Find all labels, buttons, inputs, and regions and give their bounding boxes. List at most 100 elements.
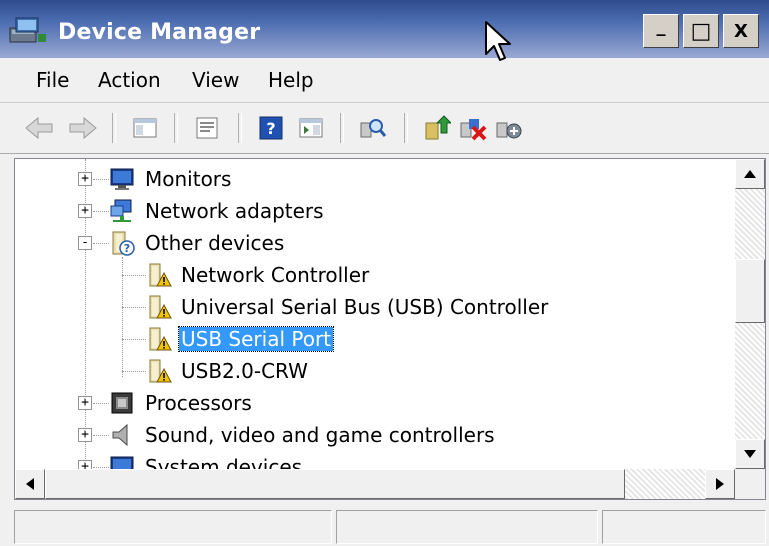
tree-connector-line — [93, 211, 109, 212]
menu-file[interactable]: File — [36, 68, 69, 92]
expand-monitors-toggle[interactable]: + — [78, 172, 92, 186]
tree-node-label: USB Serial Port — [177, 326, 335, 352]
minimize-button[interactable]: _ — [643, 14, 679, 48]
tree-node-usb2-crw[interactable]: USB2.0-CRW — [179, 356, 310, 386]
tree-node-network-adapters[interactable]: Network adapters — [143, 196, 326, 226]
tree-connector-line — [122, 275, 146, 276]
tree-node-usb-serial-port[interactable]: USB Serial Port — [177, 324, 335, 354]
tree-node-label: Universal Serial Bus (USB) Controller — [181, 295, 549, 319]
horizontal-scrollbar[interactable] — [15, 469, 735, 499]
tree-connector-line — [122, 339, 146, 340]
collapse-other-devices-toggle[interactable]: - — [78, 236, 92, 250]
warning-device-icon — [149, 295, 172, 319]
expand-system-devices-toggle[interactable]: + — [78, 460, 92, 469]
tree-node-system-devices[interactable]: System devices — [143, 452, 304, 469]
action-pane-button[interactable] — [294, 111, 328, 145]
scroll-down-button[interactable] — [735, 439, 765, 469]
status-panel — [602, 510, 766, 544]
toolbar-separator — [404, 113, 408, 143]
toolbar-separator — [112, 113, 116, 143]
uninstall-icon — [460, 119, 487, 141]
horizontal-scroll-thumb[interactable] — [45, 469, 625, 499]
tree-connector-line — [93, 435, 109, 436]
tree-node-other-devices[interactable]: Other devices — [143, 228, 286, 258]
tree-connector-line — [93, 243, 109, 244]
tree-connector-line — [122, 371, 146, 372]
system-device-icon — [110, 456, 134, 469]
vertical-scrollbar[interactable] — [735, 159, 765, 469]
menu-view[interactable]: View — [192, 68, 239, 92]
tree-node-label: Network Controller — [181, 263, 370, 287]
disable-icon — [496, 122, 522, 139]
update-driver-button[interactable] — [420, 111, 454, 145]
device-manager-window: Device Manager _ □ X File Action View He… — [0, 0, 769, 546]
scan-hardware-icon — [360, 119, 387, 138]
forward-button[interactable] — [66, 111, 100, 145]
properties-button[interactable] — [190, 111, 224, 145]
vertical-scroll-thumb[interactable] — [735, 259, 765, 323]
tree-node-label: USB2.0-CRW — [181, 359, 308, 383]
network-adapter-icon — [110, 199, 132, 222]
tree-node-label: Network adapters — [145, 199, 324, 223]
processor-icon — [111, 392, 133, 414]
close-button[interactable]: X — [723, 14, 759, 48]
status-bar — [14, 508, 766, 546]
monitor-icon — [110, 168, 134, 190]
maximize-button[interactable]: □ — [683, 14, 719, 48]
device-tree-pane: + Monitors + Network adapters - ? Other … — [14, 158, 766, 500]
scroll-left-button[interactable] — [15, 469, 45, 499]
forward-icon — [69, 116, 97, 140]
uninstall-button[interactable] — [456, 111, 490, 145]
toolbar: ? — [0, 103, 769, 154]
toolbar-separator — [238, 113, 242, 143]
svg-text:?: ? — [124, 242, 130, 255]
tree-node-label: Processors — [145, 391, 252, 415]
warning-device-icon — [149, 327, 172, 351]
tree-node-label: Sound, video and game controllers — [145, 423, 495, 447]
title-bar[interactable]: Device Manager _ □ X — [0, 0, 769, 58]
warning-device-icon — [149, 359, 172, 383]
properties-icon — [196, 117, 218, 139]
menu-help[interactable]: Help — [268, 68, 314, 92]
help-button[interactable]: ? — [254, 111, 288, 145]
tree-node-label: System devices — [145, 455, 303, 469]
disable-button[interactable] — [492, 111, 526, 145]
show-hide-console-tree-button[interactable] — [128, 111, 162, 145]
tree-node-processors[interactable]: Processors — [143, 388, 254, 418]
menu-bar: File Action View Help — [0, 58, 769, 103]
tree-node-label: Other devices — [145, 231, 285, 255]
close-icon: X — [734, 20, 748, 42]
window-title: Device Manager — [58, 20, 261, 45]
tree-node-label: Monitors — [145, 167, 232, 191]
warning-device-icon — [149, 263, 172, 287]
device-tree[interactable]: + Monitors + Network adapters - ? Other … — [15, 159, 735, 469]
tree-node-monitors[interactable]: Monitors — [143, 164, 233, 194]
svg-text:?: ? — [266, 119, 275, 138]
expand-sound-video-game-toggle[interactable]: + — [78, 428, 92, 442]
back-button[interactable] — [22, 111, 56, 145]
minimize-icon: _ — [656, 15, 666, 37]
action-pane-icon — [299, 118, 323, 138]
tree-node-usb-controller[interactable]: Universal Serial Bus (USB) Controller — [179, 292, 550, 322]
speaker-icon — [112, 423, 128, 447]
tree-connector-line — [93, 179, 109, 180]
arrow-down-icon — [744, 450, 756, 458]
scroll-up-button[interactable] — [735, 159, 765, 189]
back-icon — [25, 116, 53, 140]
arrow-up-icon — [744, 170, 756, 178]
expand-processors-toggle[interactable]: + — [78, 396, 92, 410]
device-manager-icon — [9, 17, 46, 43]
tree-node-network-controller[interactable]: Network Controller — [179, 260, 371, 290]
expand-network-adapters-toggle[interactable]: + — [78, 204, 92, 218]
update-driver-icon — [425, 115, 451, 140]
scan-hardware-button[interactable] — [356, 111, 390, 145]
status-panel — [14, 510, 332, 544]
tree-connector-line — [93, 403, 109, 404]
show-hide-console-tree-icon — [133, 118, 157, 138]
tree-node-sound-video-game[interactable]: Sound, video and game controllers — [143, 420, 497, 450]
scroll-right-button[interactable] — [705, 469, 735, 499]
help-icon: ? — [259, 116, 283, 140]
tree-connector-line — [93, 467, 109, 468]
menu-action[interactable]: Action — [98, 68, 161, 92]
status-panel — [336, 510, 598, 544]
